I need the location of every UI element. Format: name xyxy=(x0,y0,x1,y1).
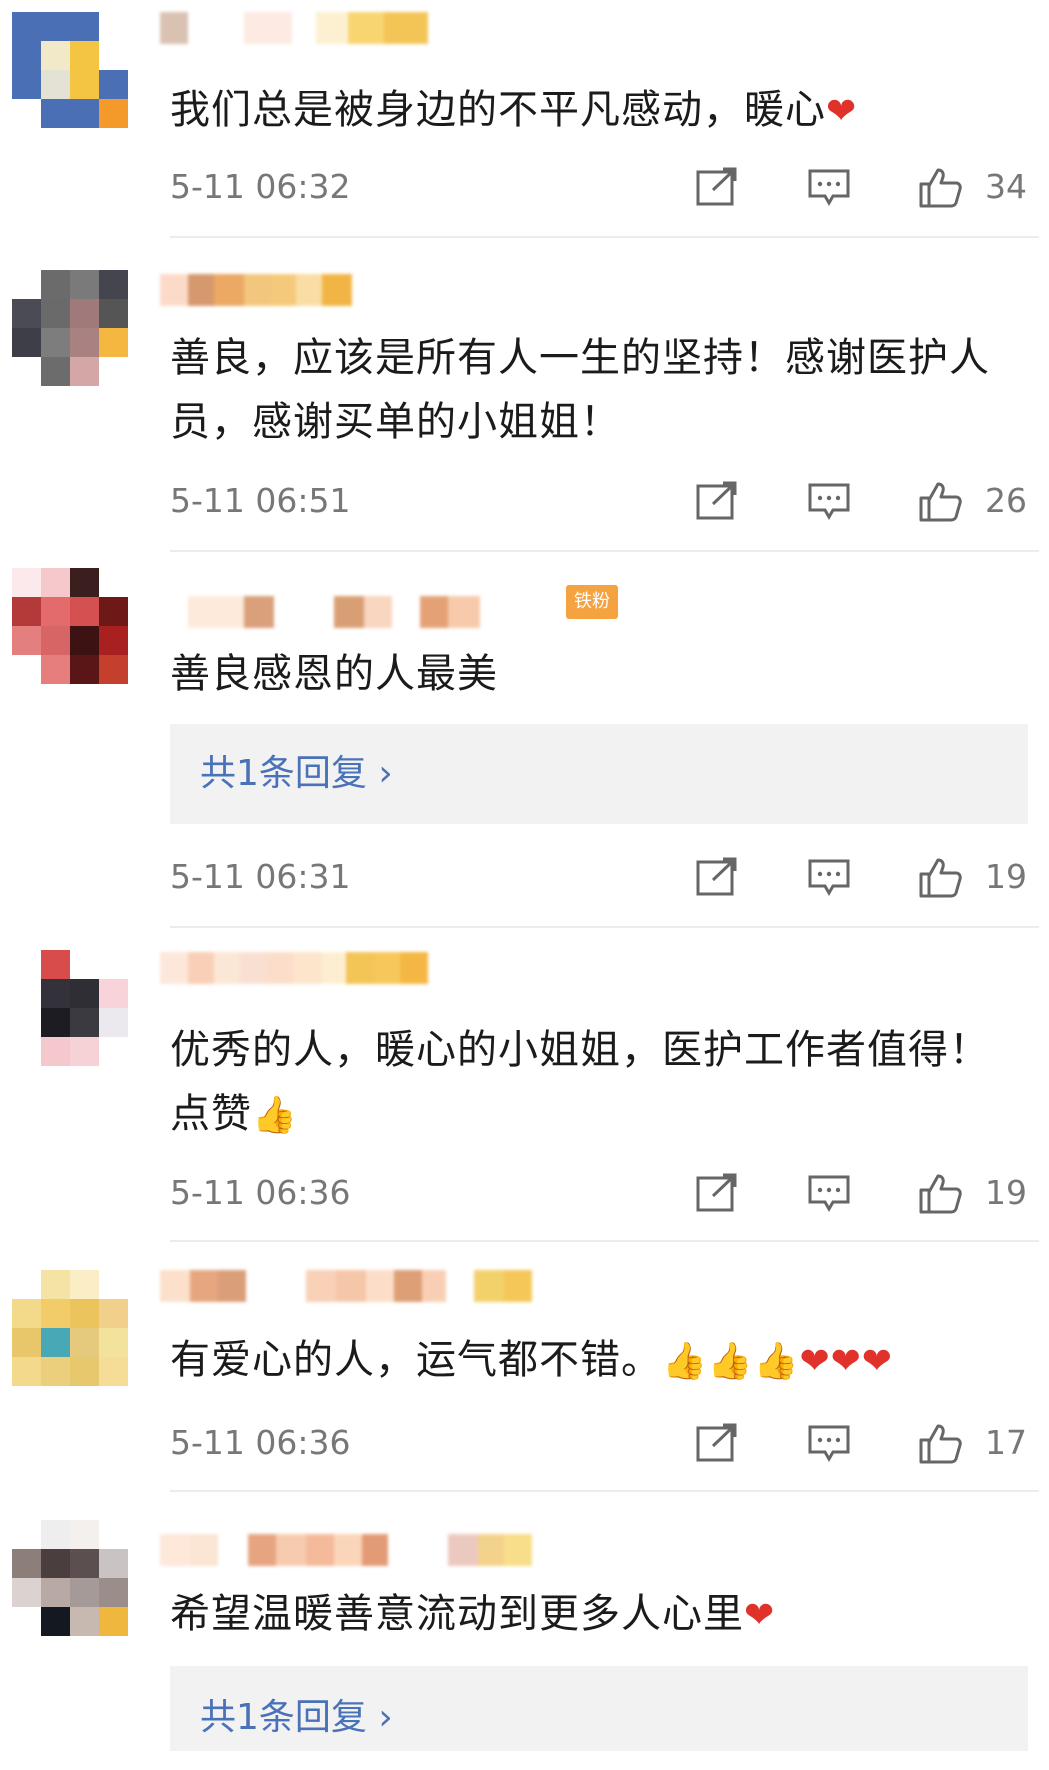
comment-icon[interactable] xyxy=(807,856,851,898)
thumbs-up-hearts-emoji: 👍👍👍❤❤❤ xyxy=(662,1341,893,1382)
comment-meta: 5-11 06:31 19 xyxy=(170,852,1040,902)
comment-icon[interactable] xyxy=(807,1172,851,1214)
comment-icon[interactable] xyxy=(807,166,851,208)
comment-text: 善良，应该是所有人一生的坚持！感谢医护人员，感谢买单的小姐姐！ xyxy=(170,335,990,445)
comment-meta: 5-11 06:36 19 xyxy=(170,1168,1040,1218)
view-replies-link[interactable]: 共1条回复 › xyxy=(200,1666,393,1770)
divider xyxy=(170,1490,1039,1492)
like-count: 17 xyxy=(985,1423,1027,1462)
comment-text: 优秀的人，暖心的小姐姐，医护工作者值得！点赞👍 xyxy=(170,1027,990,1137)
avatar[interactable] xyxy=(12,1520,128,1636)
username-blurred[interactable] xyxy=(160,596,480,628)
view-replies-link[interactable]: 共1条回复 › xyxy=(200,724,393,824)
divider xyxy=(170,550,1039,552)
thumbs-up-emoji: 👍 xyxy=(252,1095,298,1136)
comment-text: 有爱心的人，运气都不错。👍👍👍❤❤❤ xyxy=(170,1337,893,1383)
heart-emoji: ❤ xyxy=(826,91,858,132)
comment-icon[interactable] xyxy=(807,480,851,522)
username-blurred[interactable] xyxy=(160,952,428,984)
like-count: 34 xyxy=(985,167,1027,206)
username-blurred[interactable] xyxy=(160,1270,532,1302)
divider xyxy=(170,236,1039,238)
thumbs-up-icon[interactable] xyxy=(918,1172,962,1214)
comment-text: 希望温暖善意流动到更多人心里❤ xyxy=(170,1591,776,1637)
share-icon[interactable] xyxy=(695,480,739,522)
timestamp: 5-11 06:36 xyxy=(170,1173,351,1212)
reply-summary[interactable]: 共1条回复 › xyxy=(170,1666,1028,1751)
comment-text: 我们总是被身边的不平凡感动，暖心❤ xyxy=(170,87,858,133)
thumbs-up-icon[interactable] xyxy=(918,856,962,898)
username-blurred[interactable] xyxy=(160,274,352,306)
share-icon[interactable] xyxy=(695,856,739,898)
timestamp: 5-11 06:31 xyxy=(170,857,351,896)
like-count: 19 xyxy=(985,857,1027,896)
avatar[interactable] xyxy=(12,950,128,1066)
thumbs-up-icon[interactable] xyxy=(918,166,962,208)
like-count: 19 xyxy=(985,1173,1027,1212)
heart-emoji: ❤ xyxy=(744,1595,776,1636)
thumbs-up-icon[interactable] xyxy=(918,1422,962,1464)
timestamp: 5-11 06:36 xyxy=(170,1423,351,1462)
username-blurred[interactable] xyxy=(160,12,428,44)
username-blurred[interactable] xyxy=(160,1534,532,1566)
comment-meta: 5-11 06:32 34 xyxy=(170,162,1040,212)
share-icon[interactable] xyxy=(695,1422,739,1464)
thumbs-up-icon[interactable] xyxy=(918,480,962,522)
comment-icon[interactable] xyxy=(807,1422,851,1464)
avatar[interactable] xyxy=(12,1270,128,1386)
avatar[interactable] xyxy=(12,12,128,128)
share-icon[interactable] xyxy=(695,166,739,208)
reply-summary[interactable]: 共1条回复 › xyxy=(170,724,1028,824)
comment-text: 善良感恩的人最美 xyxy=(170,651,498,697)
comment-meta: 5-11 06:51 26 xyxy=(170,476,1040,526)
divider xyxy=(170,1240,1039,1242)
avatar[interactable] xyxy=(12,568,128,684)
timestamp: 5-11 06:51 xyxy=(170,481,351,520)
fan-badge: 铁粉 xyxy=(566,585,618,619)
timestamp: 5-11 06:32 xyxy=(170,167,351,206)
avatar[interactable] xyxy=(12,270,128,386)
share-icon[interactable] xyxy=(695,1172,739,1214)
divider xyxy=(170,926,1039,928)
comment-meta: 5-11 06:36 17 xyxy=(170,1418,1040,1468)
like-count: 26 xyxy=(985,481,1027,520)
